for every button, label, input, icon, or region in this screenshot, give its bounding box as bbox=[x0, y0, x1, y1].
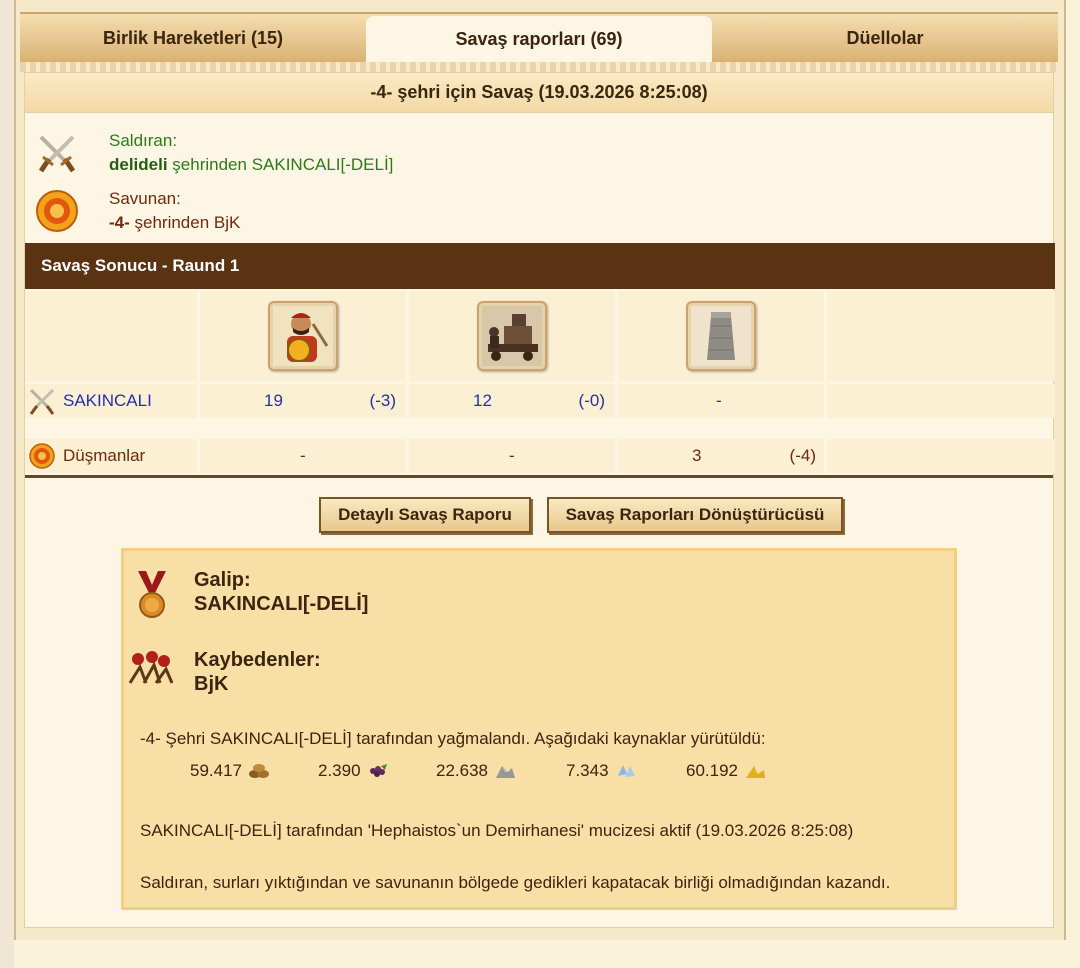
tab-troop-movements[interactable]: Birlik Hareketleri (15) bbox=[20, 14, 366, 62]
battle-result-header: Savaş Sonucu - Raund 1 bbox=[25, 243, 1055, 289]
battle-report-panel: -4- şehri için Savaş (19.03.2026 8:25:08… bbox=[24, 72, 1055, 928]
battle-summary-box: Galip: SAKINCALI[-DELİ] Kaybedenler: BjK… bbox=[121, 548, 957, 910]
report-title: -4- şehri için Savaş (19.03.2026 8:25:08… bbox=[25, 73, 1053, 113]
defender-label: Savunan: bbox=[109, 189, 181, 208]
defender-wall-loss: (-4) bbox=[789, 446, 816, 465]
crossed-swords-icon bbox=[29, 388, 55, 415]
attacker-hoplite-count: 19 bbox=[264, 391, 283, 410]
loser-name[interactable]: BjK bbox=[194, 673, 228, 696]
defender-unit-row: Düşmanlar - - 3 (-4) bbox=[25, 439, 1055, 473]
defender-city-link[interactable]: -4- bbox=[109, 213, 130, 232]
crystal-icon bbox=[617, 765, 635, 777]
victory-reason-text: Saldıran, surları yıktığından ve savunan… bbox=[140, 873, 891, 892]
defender-wall-count: 3 bbox=[692, 446, 702, 465]
wood-icon bbox=[249, 764, 269, 778]
defender-hoplite-count: - bbox=[300, 446, 306, 465]
resource-wine: 2.390 bbox=[318, 761, 389, 781]
defender-name: Düşmanlar bbox=[63, 446, 146, 465]
resource-marble: 22.638 bbox=[436, 761, 516, 781]
sulfur-icon bbox=[746, 766, 765, 778]
left-edge bbox=[0, 0, 14, 968]
resource-sulfur: 60.192 bbox=[686, 761, 766, 781]
defender-player[interactable]: şehrinden BjK bbox=[130, 213, 241, 232]
shield-icon bbox=[29, 443, 55, 469]
defender-info: Savunan: -4- şehrinden BjK bbox=[25, 181, 1055, 241]
sulfur-amount: 60.192 bbox=[686, 761, 738, 780]
grid-divider bbox=[25, 475, 1053, 478]
defender-line: -4- şehrinden BjK bbox=[109, 213, 240, 233]
winner-name[interactable]: SAKINCALI[-DELİ] bbox=[194, 593, 368, 616]
attacker-hoplite-loss: (-3) bbox=[369, 391, 396, 410]
winner-label: Galip: bbox=[194, 569, 251, 591]
attacker-catapult-loss: (-0) bbox=[578, 391, 605, 410]
attacker-wall-count: - bbox=[716, 391, 722, 410]
losers-label: Kaybedenler: bbox=[194, 649, 321, 671]
marble-icon bbox=[496, 766, 515, 778]
attacker-info: Saldıran: delideli şehrinden SAKINCALI[-… bbox=[25, 123, 1055, 183]
wine-icon bbox=[369, 764, 387, 777]
wonder-text: SAKINCALI[-DELİ] tarafından 'Hephaistos`… bbox=[140, 821, 854, 840]
shield-icon bbox=[36, 190, 78, 232]
defender-catapult-count: - bbox=[509, 446, 515, 465]
attacker-line: delideli şehrinden SAKINCALI[-DELİ] bbox=[109, 155, 393, 175]
tab-battle-reports[interactable]: Savaş raporları (69) bbox=[366, 16, 712, 62]
crystal-amount: 7.343 bbox=[566, 761, 609, 780]
fallen-soldiers-icon bbox=[128, 651, 174, 684]
unit-icon-row bbox=[25, 291, 1055, 381]
report-converter-button[interactable]: Savaş Raporları Dönüştürücüsü bbox=[547, 497, 843, 533]
wine-amount: 2.390 bbox=[318, 761, 361, 780]
plunder-text: -4- Şehri SAKINCALI[-DELİ] tarafından ya… bbox=[140, 729, 766, 748]
attacker-catapult-count: 12 bbox=[473, 391, 492, 410]
wood-amount: 59.417 bbox=[190, 761, 242, 780]
attacker-city-link[interactable]: delideli bbox=[109, 155, 168, 174]
tab-bar: Birlik Hareketleri (15) Savaş raporları … bbox=[20, 12, 1058, 62]
wall-unit-icon[interactable] bbox=[686, 301, 756, 371]
detailed-report-button[interactable]: Detaylı Savaş Raporu bbox=[319, 497, 531, 533]
medal-icon bbox=[138, 571, 166, 618]
attacker-player[interactable]: şehrinden SAKINCALI[-DELİ] bbox=[168, 155, 393, 174]
attacker-label: Saldıran: bbox=[109, 131, 178, 150]
meander-border bbox=[20, 62, 1058, 72]
attacker-unit-row: SAKINCALI 19 (-3) 12 (-0) - bbox=[25, 384, 1055, 418]
hoplite-unit-icon[interactable] bbox=[268, 301, 338, 371]
resource-wood: 59.417 bbox=[190, 761, 270, 781]
tab-duels[interactable]: Düellolar bbox=[712, 14, 1058, 62]
crossed-swords-icon bbox=[38, 135, 76, 173]
catapult-unit-icon[interactable] bbox=[477, 301, 547, 371]
attacker-name[interactable]: SAKINCALI bbox=[63, 391, 152, 411]
resource-crystal: 7.343 bbox=[566, 761, 637, 781]
marble-amount: 22.638 bbox=[436, 761, 488, 780]
